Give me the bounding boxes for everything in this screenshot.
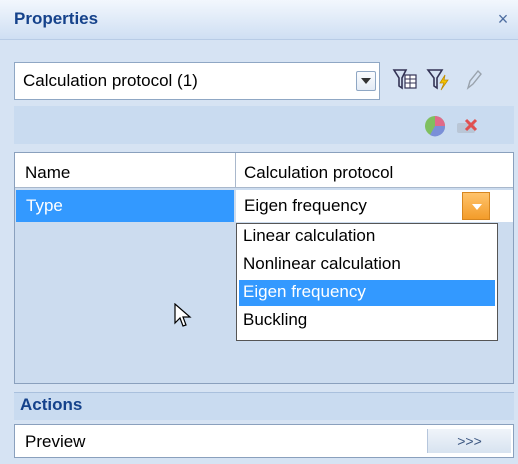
- column-header-name: Name: [15, 153, 236, 188]
- dropdown-option[interactable]: Linear calculation: [239, 224, 495, 250]
- dropdown-option-selected[interactable]: Eigen frequency: [239, 280, 495, 306]
- column-header-value: Calculation protocol: [236, 153, 513, 188]
- dropdown-option[interactable]: Nonlinear calculation: [239, 252, 495, 278]
- secondary-toolbar: [14, 106, 514, 144]
- dropdown-arrow-button[interactable]: [462, 192, 490, 220]
- dropdown-list: Linear calculation Nonlinear calculation…: [236, 223, 498, 341]
- panel-title: Properties: [14, 9, 99, 28]
- object-selector-combo[interactable]: Calculation protocol (1): [14, 62, 380, 100]
- action-row-preview: Preview >>>: [14, 424, 514, 458]
- mouse-cursor-icon: [174, 302, 192, 334]
- panel-title-bar: Properties ×: [0, 0, 518, 40]
- property-row-type-name[interactable]: Type: [16, 190, 234, 222]
- action-label-preview: Preview: [25, 432, 86, 451]
- delete-x-icon[interactable]: [454, 112, 480, 138]
- pie-chart-icon[interactable]: [422, 112, 448, 138]
- object-selector-value: Calculation protocol (1): [23, 71, 198, 90]
- preview-button[interactable]: >>>: [427, 429, 511, 453]
- chevron-down-icon[interactable]: [356, 71, 376, 91]
- property-grid: Name Calculation protocol Type Eigen fre…: [14, 152, 514, 384]
- actions-section-title: Actions: [20, 395, 83, 414]
- filter-lightning-icon[interactable]: [426, 66, 452, 94]
- close-icon[interactable]: ×: [492, 6, 514, 32]
- pencil-icon[interactable]: [460, 66, 486, 94]
- dropdown-option[interactable]: Buckling: [239, 308, 495, 334]
- actions-section-header: Actions: [14, 392, 514, 420]
- filter-table-icon[interactable]: [392, 66, 418, 94]
